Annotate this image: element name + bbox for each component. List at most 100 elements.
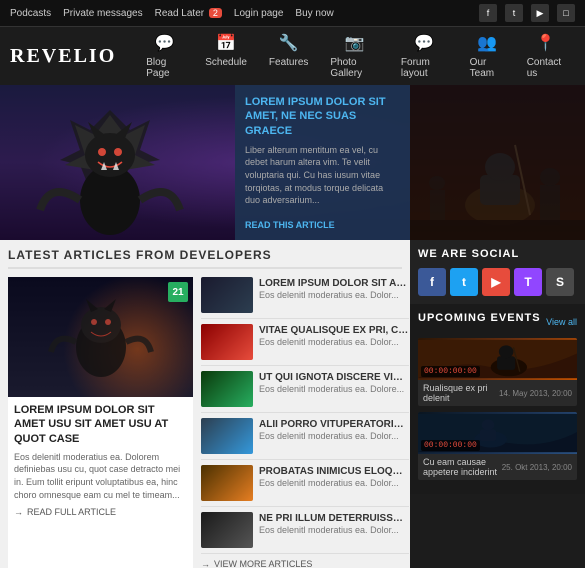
read-later-badge: 2 — [209, 8, 222, 18]
article-title-4[interactable]: ALII PORRO VITUPERATORIBUS ME... — [259, 418, 409, 431]
contact-icon: 📍 — [536, 33, 556, 53]
article-text-2: VITAE QUALISQUE EX PRI, CU EOS G... Eos … — [259, 324, 409, 360]
article-text-1: LOREM IPSUM DOLOR SIT AMET US... Eos del… — [259, 277, 409, 313]
social-title: WE ARE SOCIAL — [418, 248, 577, 260]
nav-forum[interactable]: 💬 Forum layout — [391, 27, 458, 85]
arrow-icon: → — [14, 507, 23, 517]
featured-article-image: 21 — [8, 277, 193, 397]
article-text-6: NE PRI ILLUM DETERRUISSET LORE... Eos de… — [259, 512, 409, 548]
topbar-read-later[interactable]: Read Later 2 — [155, 8, 222, 19]
event-info-2: Cu eam causae appetere inciderint 25. Ok… — [418, 454, 577, 480]
event-card-2[interactable]: 00:00:00:00 Cu eam causae appetere incid… — [418, 412, 577, 480]
schedule-icon: 📅 — [216, 33, 236, 53]
article-title-3[interactable]: UT QUI IGNOTA DISCERE VIVENDO,... — [259, 371, 409, 384]
events-header: UPCOMING EVENTS View all — [418, 312, 577, 332]
sidebar-hero-bg — [410, 85, 585, 240]
event-date-1: 14. May 2013, 20:00 — [499, 389, 572, 398]
article-thumb-2 — [201, 324, 253, 360]
nav-schedule[interactable]: 📅 Schedule — [195, 27, 257, 85]
topbar-private-messages[interactable]: Private messages — [63, 8, 142, 19]
featured-article: 21 LOREM IPSUM DOLOR SIT AMET USU SIT AM… — [8, 277, 193, 568]
topbar-buy[interactable]: Buy now — [295, 8, 333, 19]
events-view-all[interactable]: View all — [546, 317, 577, 327]
event-timer-1: 00:00:00:00 — [421, 366, 480, 377]
blog-icon: 💬 — [155, 33, 175, 53]
team-icon: 👥 — [477, 33, 497, 53]
list-item: ALII PORRO VITUPERATORIBUS ME... Eos del… — [201, 418, 409, 460]
featured-read-link[interactable]: → READ FULL ARTICLE — [14, 507, 187, 517]
hero-card-text: Liber alterum mentitum ea vel, cu debet … — [245, 144, 400, 214]
nav-features[interactable]: 🔧 Features — [259, 27, 318, 85]
list-item: VITAE QUALISQUE EX PRI, CU EOS G... Eos … — [201, 324, 409, 366]
article-title-2[interactable]: VITAE QUALISQUE EX PRI, CU EOS G... — [259, 324, 409, 337]
article-thumb-1 — [201, 277, 253, 313]
featured-image-bg — [8, 277, 193, 397]
featured-body: LOREM IPSUM DOLOR SIT AMET USU SIT AMET … — [8, 397, 193, 523]
featured-badge: 21 — [168, 282, 188, 302]
steam-button[interactable]: S — [546, 268, 574, 296]
articles-section-title: LATEST ARTICLES FROM DEVELOPERS — [8, 248, 402, 269]
event-image-1: 00:00:00:00 — [418, 338, 577, 380]
sidebar: WE ARE SOCIAL f t ▶ T S UPCOMING EVENTS … — [410, 85, 585, 568]
forum-icon: 💬 — [414, 33, 434, 53]
list-item: UT QUI IGNOTA DISCERE VIVENDO,... Eos de… — [201, 371, 409, 413]
photo-icon: 📷 — [345, 33, 365, 53]
view-more-button[interactable]: → VIEW MORE ARTICLES — [201, 559, 409, 568]
view-more-arrow: → — [201, 559, 210, 568]
featured-title: LOREM IPSUM DOLOR SIT AMET USU SIT AMET … — [14, 403, 187, 446]
article-thumb-5 — [201, 465, 253, 501]
nav-photo-gallery[interactable]: 📷 Photo Gallery — [320, 27, 389, 85]
topbar-facebook-icon[interactable]: f — [479, 4, 497, 22]
event-image-2: 00:00:00:00 — [418, 412, 577, 454]
event-title-1: Rualisque ex pri delenit — [423, 383, 499, 403]
article-desc-1: Eos delenitl moderatius ea. Dolor... — [259, 290, 409, 302]
list-item: PROBATAS INIMICUS ELOQUENTIA... Eos dele… — [201, 465, 409, 507]
event-date-2: 25. Okt 2013, 20:00 — [502, 463, 572, 472]
topbar-other-icon[interactable]: □ — [557, 4, 575, 22]
hero-card: LOREM IPSUM DOLOR SIT AMET, NE NEC SUAS … — [235, 85, 410, 240]
articles-section: LATEST ARTICLES FROM DEVELOPERS — [0, 240, 410, 568]
article-thumb-4 — [201, 418, 253, 454]
hero: LOREM IPSUM DOLOR SIT AMET, NE NEC SUAS … — [0, 85, 410, 240]
article-desc-4: Eos delenitl moderatius ea. Dolor... — [259, 431, 409, 443]
content-area: LOREM IPSUM DOLOR SIT AMET, NE NEC SUAS … — [0, 85, 410, 568]
sidebar-events: UPCOMING EVENTS View all 00:00:00:00 — [410, 304, 585, 494]
article-title-6[interactable]: NE PRI ILLUM DETERRUISSET LORE... — [259, 512, 409, 525]
article-title-1[interactable]: LOREM IPSUM DOLOR SIT AMET US... — [259, 277, 409, 290]
facebook-button[interactable]: f — [418, 268, 446, 296]
event-card-1[interactable]: 00:00:00:00 Rualisque ex pri delenit 14.… — [418, 338, 577, 406]
topbar-login[interactable]: Login page — [234, 8, 284, 19]
top-bar: Podcasts Private messages Read Later 2 L… — [0, 0, 585, 27]
nav-our-team[interactable]: 👥 Our Team — [460, 27, 515, 85]
twitter-button[interactable]: t — [450, 268, 478, 296]
youtube-button[interactable]: ▶ — [482, 268, 510, 296]
sidebar-hero-image — [410, 85, 585, 240]
list-item: LOREM IPSUM DOLOR SIT AMET US... Eos del… — [201, 277, 409, 319]
twitch-button[interactable]: T — [514, 268, 542, 296]
article-text-3: UT QUI IGNOTA DISCERE VIVENDO,... Eos de… — [259, 371, 409, 407]
social-icons-row: f t ▶ T S — [418, 268, 577, 296]
article-thumb-6 — [201, 512, 253, 548]
hero-creature-image — [30, 100, 190, 240]
hero-read-link[interactable]: READ THIS ARTICLE — [245, 220, 400, 230]
nav-contact[interactable]: 📍 Contact us — [517, 27, 575, 85]
event-title-2: Cu eam causae appetere inciderint — [423, 457, 502, 477]
article-title-5[interactable]: PROBATAS INIMICUS ELOQUENTIA... — [259, 465, 409, 478]
nav-blog-page[interactable]: 💬 Blog Page — [136, 27, 193, 85]
article-text-4: ALII PORRO VITUPERATORIBUS ME... Eos del… — [259, 418, 409, 454]
events-title: UPCOMING EVENTS — [418, 312, 541, 324]
event-timer-2: 00:00:00:00 — [421, 440, 480, 451]
topbar-social: f t ▶ □ — [479, 4, 575, 22]
topbar-youtube-icon[interactable]: ▶ — [531, 4, 549, 22]
topbar-twitter-icon[interactable]: t — [505, 4, 523, 22]
nav: REVELIO 💬 Blog Page 📅 Schedule 🔧 Feature… — [0, 27, 585, 85]
hero-card-title: LOREM IPSUM DOLOR SIT AMET, NE NEC SUAS … — [245, 95, 400, 138]
main-container: LOREM IPSUM DOLOR SIT AMET, NE NEC SUAS … — [0, 85, 585, 568]
featured-text: Eos delenitl moderatius ea. Dolorem defi… — [14, 451, 187, 501]
list-item: NE PRI ILLUM DETERRUISSET LORE... Eos de… — [201, 512, 409, 554]
logo[interactable]: REVELIO — [10, 45, 116, 68]
article-thumb-3 — [201, 371, 253, 407]
article-desc-6: Eos delenitl moderatius ea. Dolor... — [259, 525, 409, 537]
topbar-podcasts[interactable]: Podcasts — [10, 8, 51, 19]
sidebar-social: WE ARE SOCIAL f t ▶ T S — [410, 240, 585, 304]
